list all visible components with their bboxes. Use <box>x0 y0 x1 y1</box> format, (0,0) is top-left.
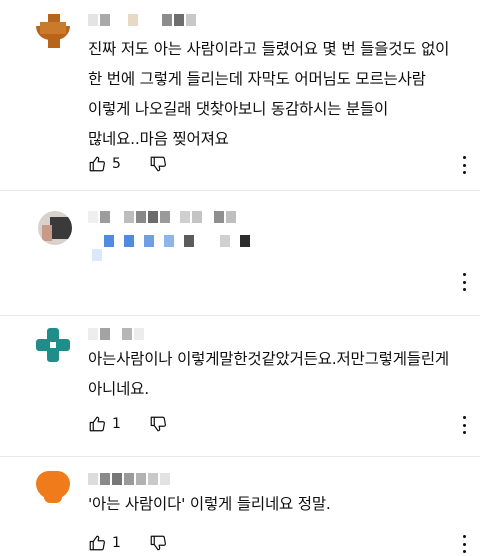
comment-item: '아는 사람이다' 이렇게 들리네요 정말. 1 <box>0 457 480 554</box>
comment-actions: 5 <box>88 154 167 174</box>
like-count: 5 <box>112 156 121 172</box>
comment-text: '아는 사람이다' 이렇게 들리네요 정말. <box>88 495 331 513</box>
thumbs-down-icon[interactable] <box>149 534 167 552</box>
more-options-icon[interactable] <box>458 156 470 174</box>
thumbs-up-icon[interactable] <box>88 155 106 173</box>
avatar[interactable] <box>36 328 70 362</box>
more-options-icon[interactable] <box>458 273 470 291</box>
comment-text-censored <box>104 235 252 251</box>
censor-block <box>92 249 104 265</box>
author-handle[interactable] <box>88 328 146 344</box>
avatar[interactable] <box>36 14 70 48</box>
more-options-icon[interactable] <box>458 535 470 553</box>
author-handle[interactable] <box>88 14 198 30</box>
author-handle[interactable] <box>88 473 172 489</box>
comment-text: 아는사람이나 이렇게말한것같았거든요.저만그렇게들린게 아니네요. <box>88 350 449 398</box>
comment-item <box>0 191 480 315</box>
like-count: 1 <box>112 416 121 432</box>
avatar[interactable] <box>38 211 72 245</box>
thumbs-down-icon[interactable] <box>149 415 167 433</box>
thumbs-up-icon[interactable] <box>88 415 106 433</box>
comment-item: 아는사람이나 이렇게말한것같았거든요.저만그렇게들린게 아니네요. 1 <box>0 316 480 456</box>
author-handle[interactable] <box>88 211 238 227</box>
comment-actions: 1 <box>88 533 167 553</box>
thumbs-up-icon[interactable] <box>88 534 106 552</box>
comment-item: 진짜 저도 아는 사람이라고 들렸어요 몇 번 들을것도 없이 한 번에 그렇게… <box>0 0 480 190</box>
thumbs-down-icon[interactable] <box>149 155 167 173</box>
more-options-icon[interactable] <box>458 416 470 434</box>
comment-text: 진짜 저도 아는 사람이라고 들렸어요 몇 번 들을것도 없이 한 번에 그렇게… <box>88 40 450 148</box>
like-count: 1 <box>112 535 121 551</box>
avatar[interactable] <box>36 469 70 503</box>
comment-actions: 1 <box>88 414 167 434</box>
